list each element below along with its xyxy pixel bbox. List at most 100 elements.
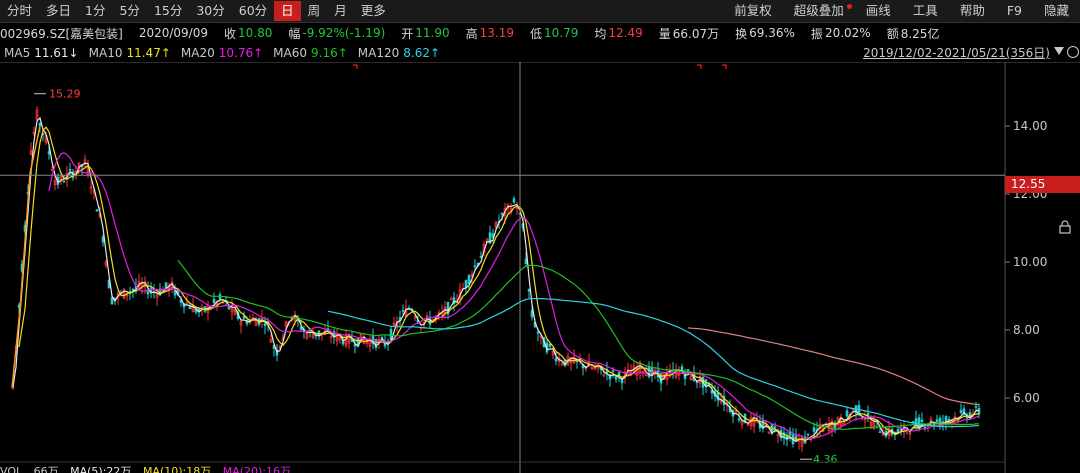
high-value: 13.19: [479, 26, 515, 40]
settings-circle-icon[interactable]: [1067, 46, 1079, 58]
ma-legend-item: MA120 8.62↑: [358, 46, 440, 60]
menu-item-4[interactable]: 帮助: [949, 1, 996, 21]
chevron-down-icon[interactable]: [1054, 47, 1064, 55]
turnover-value: 69.36%: [749, 26, 795, 40]
quote-date: 2020/09/09: [138, 26, 208, 40]
ma-legend-item: MA5 11.61↓: [4, 46, 79, 60]
turnover-label: 换: [735, 26, 748, 41]
ma-label: MA5: [4, 45, 31, 60]
ma-label: MA20: [180, 45, 215, 60]
candle-body: [773, 426, 777, 429]
menu-item-5[interactable]: F9: [996, 1, 1033, 21]
y-tick-label: 10.00: [1013, 255, 1047, 269]
close-label: 收: [224, 26, 237, 41]
tab-period-10[interactable]: 更多: [354, 1, 393, 21]
ma-value: 8.62↑: [403, 45, 441, 60]
low-value: 10.79: [544, 26, 579, 40]
notification-dot-icon: [846, 4, 852, 9]
candle-body: [95, 209, 99, 212]
candle-body: [977, 408, 981, 415]
tab-period-6[interactable]: 60分: [232, 1, 274, 21]
candle-body: [263, 323, 267, 327]
candle-body: [974, 406, 978, 408]
ma-legend-item: MA10 11.47↑: [89, 46, 171, 60]
candle-body: [812, 427, 816, 432]
amount-value: 8.25亿: [900, 26, 940, 41]
candle-body: [878, 431, 882, 434]
candle-body: [575, 360, 579, 363]
menu-item-3[interactable]: 工具: [902, 1, 949, 21]
ma-early-line: [11, 125, 41, 388]
menu-item-1[interactable]: 超级叠加: [783, 1, 855, 21]
candle-body: [500, 212, 504, 215]
candle-body: [62, 180, 66, 183]
volume-ma20: MA(20):16万: [222, 465, 292, 473]
y-tick-label: 6.00: [1013, 391, 1040, 405]
tab-period-8[interactable]: 周: [301, 1, 328, 21]
candle-body: [113, 297, 117, 300]
event-flag-icon: [697, 64, 702, 69]
candle-body: [71, 171, 75, 179]
event-flag-icon: [353, 64, 358, 69]
event-flag-icon: [722, 64, 727, 69]
open-label: 开: [401, 26, 414, 41]
tab-period-2[interactable]: 1分: [78, 1, 112, 21]
menu-item-2[interactable]: 画线: [855, 1, 902, 21]
menu-item-label: F9: [1006, 3, 1022, 18]
ma20-line: [48, 152, 980, 440]
crosshair-price-tag: 12.55: [1005, 176, 1080, 193]
ma10-line: [18, 126, 980, 442]
candle-body: [227, 305, 231, 310]
candle-body: [38, 122, 42, 127]
tab-period-9[interactable]: 月: [327, 1, 354, 21]
ma-value: 11.61↓: [34, 45, 79, 60]
tab-period-7[interactable]: 日: [274, 1, 301, 21]
candle-body: [401, 310, 405, 312]
candle-body: [923, 426, 927, 429]
close-value: 10.80: [238, 26, 273, 40]
stock-code: 002969.SZ[嘉美包装]: [0, 26, 123, 41]
ma-list: MA5 11.61↓ MA10 11.47↑ MA20 10.76↑ MA60 9.16↑ MA…: [0, 46, 446, 60]
volume-legend-label: VOL: [0, 465, 23, 473]
tab-period-0[interactable]: 分时: [0, 1, 39, 21]
period-toolbar: 分时 多日 1分 5分 15分 30分 60分日周月更多 前复权 超级叠加 画线 工具 帮助 F9 隐藏: [0, 0, 1080, 23]
kline-chart[interactable]: 14.0012.0010.008.006.0015.294.36: [0, 62, 1080, 473]
candle-body: [920, 419, 924, 423]
menu-item-label: 画线: [865, 3, 891, 18]
tab-period-3[interactable]: 5分: [112, 1, 146, 21]
candle-body: [959, 409, 963, 413]
tab-period-1[interactable]: 多日: [39, 1, 78, 21]
ma-legend-item: MA60 9.16↑: [273, 46, 348, 60]
tab-period-5[interactable]: 30分: [189, 1, 231, 21]
candle-body: [524, 258, 528, 264]
candle-body: [464, 280, 468, 288]
lock-icon[interactable]: [1058, 220, 1072, 234]
menu-item-label: 隐藏: [1043, 3, 1069, 18]
quote-bar: 002969.SZ[嘉美包装] 2020/09/09 收 10.80 幅 -9.…: [0, 23, 1080, 43]
high-mark-label: 15.29: [49, 88, 81, 101]
open-value: 11.90: [415, 26, 450, 40]
menu-item-label: 工具: [912, 3, 938, 18]
candle-body: [473, 265, 477, 268]
menu-item-label: 帮助: [959, 3, 985, 18]
candle-body: [164, 282, 168, 289]
menu-item-0[interactable]: 前复权: [723, 1, 783, 21]
ma-legend: MA5 11.61↓ MA10 11.47↑ MA20 10.76↑ MA60 9.16↑ MA…: [0, 43, 1080, 63]
amplitude-value: 20.02%: [824, 26, 871, 40]
menu-item-6[interactable]: 隐藏: [1033, 1, 1080, 21]
candle-body: [188, 306, 192, 310]
ma-label: MA60: [273, 45, 307, 60]
toolbar-menu: 前复权 超级叠加 画线 工具 帮助 F9 隐藏: [723, 0, 1080, 22]
candle-body: [686, 369, 690, 372]
date-range-selector[interactable]: 2019/12/02-2021/05/21(356日): [863, 44, 1050, 61]
low-mark-label: 4.36: [813, 453, 838, 466]
avg-value: 12.49: [608, 26, 643, 40]
change-value: -9.92%(-1.19): [302, 26, 386, 40]
volume-ma5: MA(5):22万: [70, 465, 132, 473]
amount-label: 额: [886, 26, 899, 41]
candle-body: [110, 297, 114, 305]
change-label: 幅: [288, 26, 301, 41]
ma-value: 10.76↑: [218, 45, 264, 60]
tab-period-4[interactable]: 15分: [147, 1, 189, 21]
avg-label: 均: [594, 26, 607, 41]
